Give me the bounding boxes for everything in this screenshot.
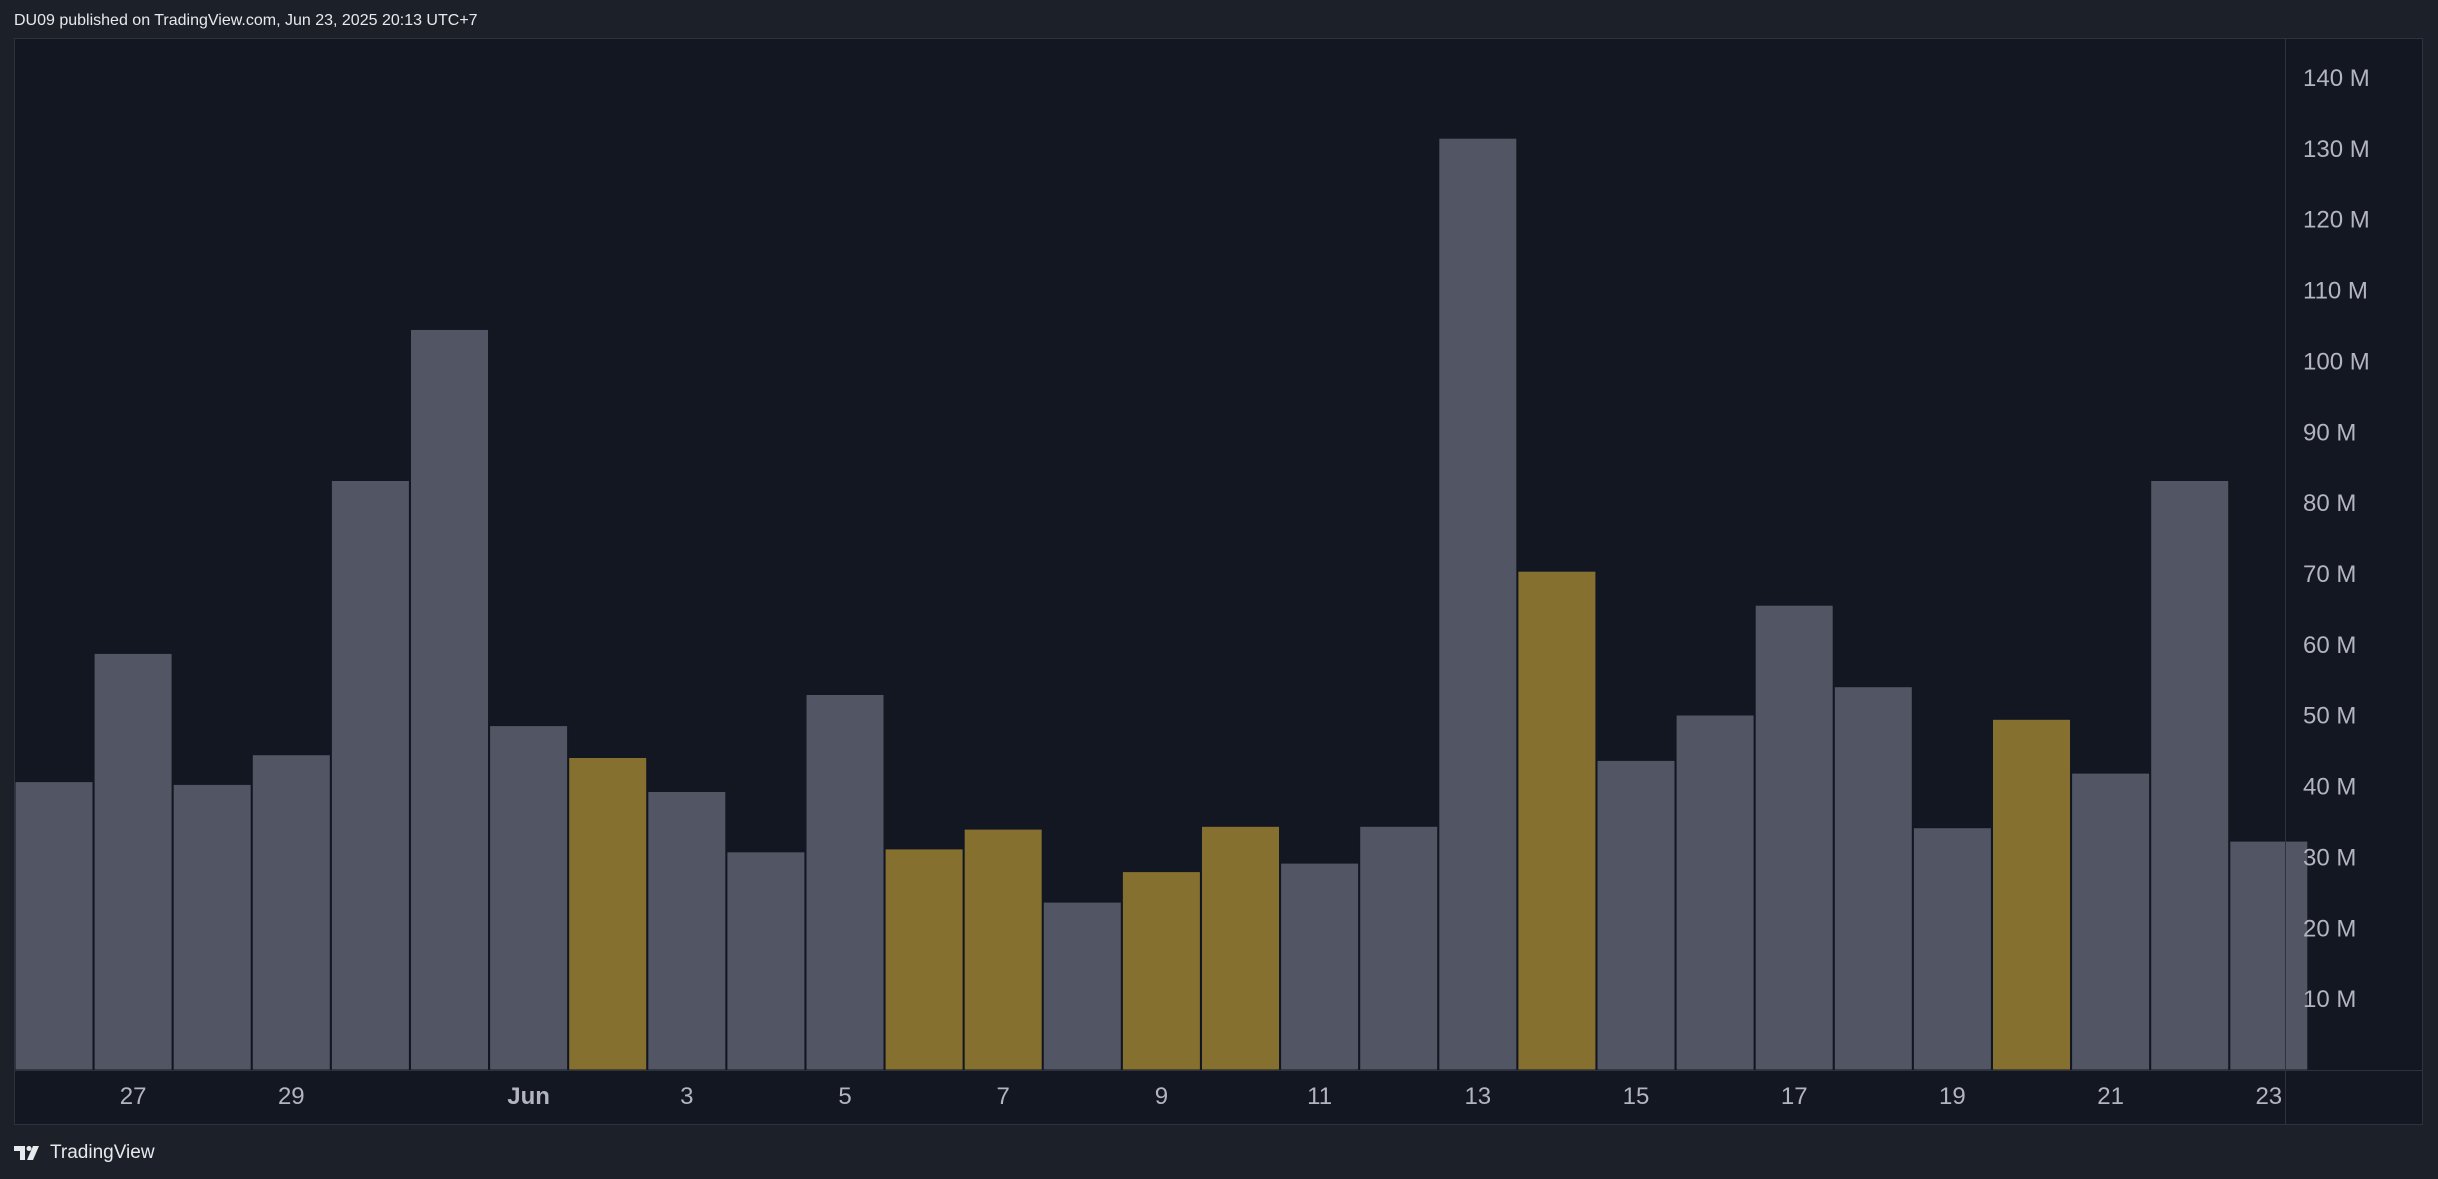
volume-bar[interactable] [647, 791, 727, 1071]
volume-bar[interactable] [1517, 570, 1597, 1071]
y-tick-label: 20 M [2303, 915, 2356, 942]
y-tick-label: 40 M [2303, 774, 2356, 801]
volume-bar[interactable] [93, 652, 173, 1071]
x-tick-label: 5 [838, 1083, 851, 1110]
x-tick-label: 13 [1464, 1083, 1491, 1110]
y-tick-label: 120 M [2303, 207, 2370, 234]
volume-bar[interactable] [963, 828, 1043, 1071]
volume-bar[interactable] [1359, 825, 1439, 1071]
y-tick-label: 60 M [2303, 632, 2356, 659]
volume-bar[interactable] [1438, 137, 1518, 1071]
y-tick-label: 80 M [2303, 490, 2356, 517]
x-tick-label: 27 [120, 1083, 147, 1110]
x-axis-ticks: 27 29 Jun 3 5 7 9 11 13 15 17 19 21 23 [120, 1083, 2282, 1110]
volume-bar[interactable] [172, 783, 252, 1071]
volume-bar[interactable] [330, 480, 410, 1071]
x-tick-label: 15 [1623, 1083, 1650, 1110]
volume-bar[interactable] [489, 725, 569, 1071]
volume-bar[interactable] [1201, 825, 1280, 1071]
footer: TradingView [14, 1142, 155, 1164]
volume-bar[interactable] [1675, 714, 1755, 1071]
y-tick-label: 100 M [2303, 348, 2370, 375]
volume-bar[interactable] [1754, 604, 1834, 1071]
y-tick-label: 30 M [2303, 844, 2356, 871]
volume-bar[interactable] [1992, 718, 2071, 1071]
volume-bar[interactable] [1596, 759, 1676, 1071]
volume-bar[interactable] [1042, 901, 1122, 1071]
volume-bar[interactable] [410, 329, 489, 1071]
x-tick-label: 21 [2097, 1083, 2124, 1110]
volume-bar[interactable] [15, 781, 94, 1071]
volume-bar[interactable] [568, 757, 648, 1071]
x-tick-label: 23 [2255, 1083, 2282, 1110]
y-tick-label: 10 M [2303, 986, 2356, 1013]
y-tick-label: 130 M [2303, 136, 2370, 163]
volume-bar[interactable] [1121, 871, 1201, 1071]
volume-bar[interactable] [1833, 686, 1913, 1071]
y-axis-ticks: 140 M 130 M 120 M 110 M 100 M 90 M 80 M 70 M 60 … [2303, 65, 2370, 1013]
x-tick-label: 17 [1781, 1083, 1808, 1110]
volume-bar[interactable] [251, 754, 331, 1071]
volume-bar[interactable] [2229, 840, 2309, 1071]
x-tick-label: 9 [1155, 1083, 1168, 1110]
volume-bar[interactable] [1280, 862, 1360, 1071]
bars-layer [15, 137, 2309, 1071]
publish-info: DU09 published on TradingView.com, Jun 2… [14, 12, 478, 29]
volume-bar[interactable] [2071, 772, 2151, 1071]
y-tick-label: 70 M [2303, 561, 2356, 588]
volume-bar[interactable] [2150, 480, 2230, 1071]
x-tick-label: 11 [1307, 1083, 1332, 1110]
volume-bar[interactable] [726, 851, 806, 1071]
volume-bar[interactable] [805, 694, 885, 1071]
y-tick-label: 110 M [2303, 278, 2368, 305]
x-tick-label: Jun [507, 1083, 550, 1110]
volume-chart[interactable]: 140 M 130 M 120 M 110 M 100 M 90 M 80 M 70 M 60 … [14, 38, 2423, 1125]
volume-bar[interactable] [884, 848, 964, 1071]
y-tick-label: 90 M [2303, 419, 2356, 446]
volume-bar[interactable] [1912, 827, 1992, 1071]
volume-chart-svg: 140 M 130 M 120 M 110 M 100 M 90 M 80 M 70 M 60 … [15, 39, 2422, 1124]
x-tick-label: 19 [1939, 1083, 1966, 1110]
y-tick-label: 140 M [2303, 65, 2370, 92]
x-tick-label: 3 [680, 1083, 693, 1110]
brand-name[interactable]: TradingView [50, 1142, 155, 1164]
x-tick-label: 29 [278, 1083, 305, 1110]
x-tick-label: 7 [997, 1083, 1010, 1110]
tradingview-logo-icon[interactable] [14, 1146, 44, 1160]
y-tick-label: 50 M [2303, 703, 2356, 730]
